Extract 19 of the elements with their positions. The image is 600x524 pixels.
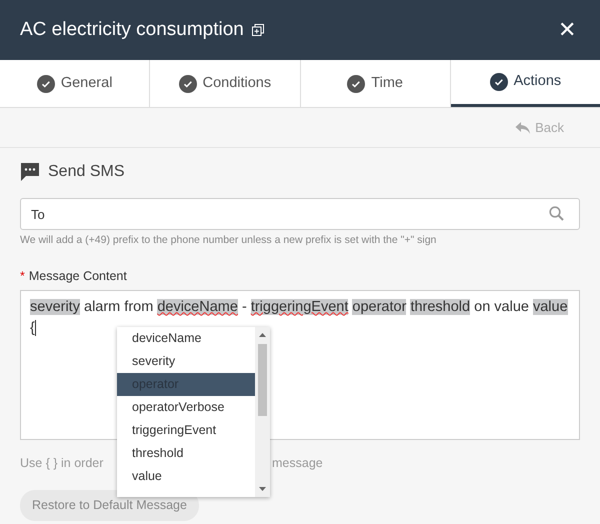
suggestion-item[interactable]: deviceName <box>117 327 255 350</box>
suggestion-item[interactable]: severity <box>117 350 255 373</box>
message-icon <box>20 162 40 182</box>
close-button[interactable]: ✕ <box>554 19 580 41</box>
suggestion-item[interactable]: triggeringEvent <box>117 419 255 442</box>
suggestion-item[interactable]: threshold <box>117 442 255 465</box>
hint-text: We will add a (+49) prefix to the phone number unless a new prefix is set with the "+" sign <box>20 233 438 248</box>
window-title: AC electricity consumption <box>20 18 244 42</box>
to-field[interactable]: To <box>20 198 580 230</box>
duplicate-icon <box>252 24 264 36</box>
field-label: Message Content <box>28 268 127 285</box>
required-mark: * <box>20 268 25 285</box>
reply-icon <box>515 120 532 134</box>
hint-text: Use { } in order <box>20 454 104 472</box>
suggestion-item[interactable]: value <box>117 465 255 488</box>
section-title: Send SMS <box>48 162 124 182</box>
suggestion-item[interactable]: operatorVerbose <box>117 396 255 419</box>
search-icon <box>549 206 564 221</box>
hint-text: message <box>272 454 323 472</box>
